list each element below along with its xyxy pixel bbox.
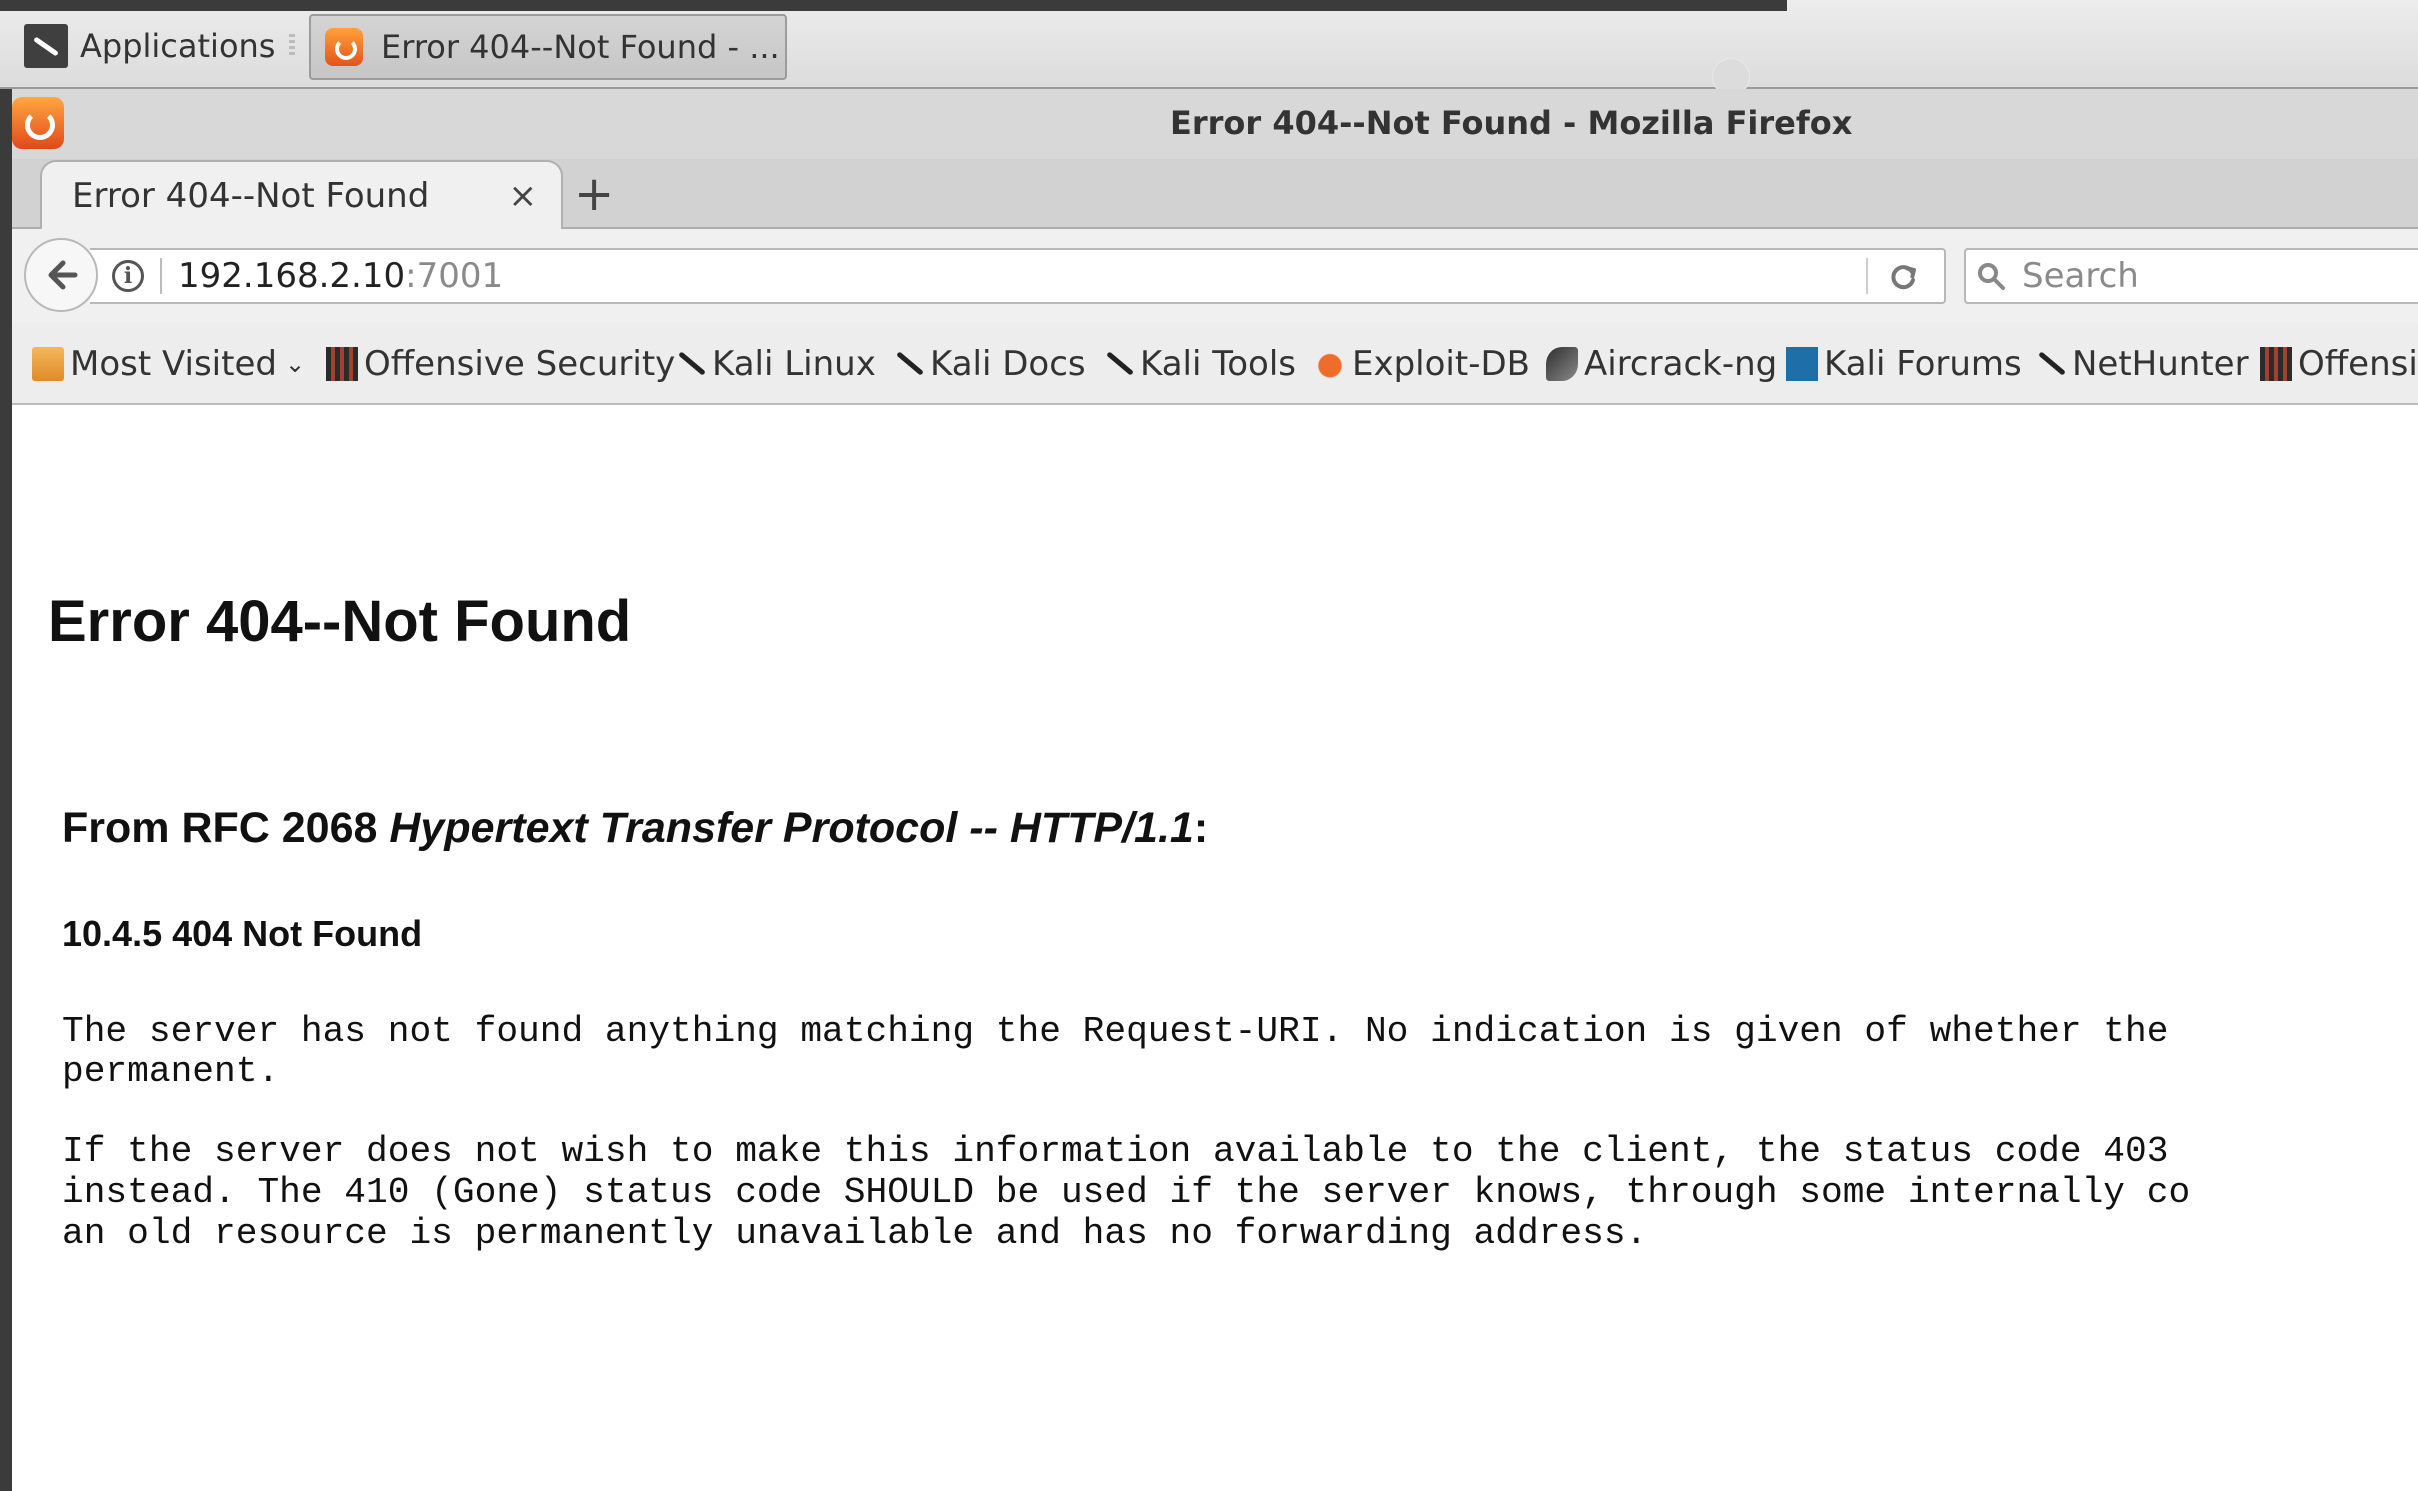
bookmark-label: Offensive Security bbox=[364, 344, 676, 384]
bookmark-label: Kali Forums bbox=[1824, 344, 2022, 384]
paragraph-line: If the server does not wish to make this… bbox=[62, 1131, 2169, 1172]
bookmark-kali-docs[interactable]: Kali Docs bbox=[892, 341, 1086, 387]
bookmark-label: Offensi bbox=[2298, 344, 2418, 384]
bookmark-label: Most Visited bbox=[70, 344, 277, 384]
bookmark-label: Kali Linux bbox=[712, 344, 876, 384]
kali-logo-icon bbox=[24, 24, 68, 68]
kali-forums-icon bbox=[1786, 347, 1818, 381]
close-tab-icon[interactable]: × bbox=[509, 176, 538, 216]
rfc-source-heading: From RFC 2068 Hypertext Transfer Protoco… bbox=[62, 804, 1208, 853]
bookmark-label: Kali Docs bbox=[930, 344, 1086, 384]
kali-dragon-icon bbox=[1102, 347, 1134, 381]
offsec-icon bbox=[2260, 347, 2292, 381]
paragraph-line: permanent. bbox=[62, 1051, 280, 1092]
page-heading: Error 404--Not Found bbox=[48, 589, 632, 654]
url-text[interactable]: 192.168.2.10:7001 bbox=[178, 256, 503, 296]
back-arrow-icon bbox=[48, 260, 78, 290]
taskbar-window-button[interactable]: Error 404--Not Found - ... bbox=[309, 14, 787, 80]
firefox-icon bbox=[325, 28, 363, 66]
panel-top-strip bbox=[0, 0, 1787, 11]
applications-label: Applications bbox=[80, 27, 276, 65]
reload-icon[interactable] bbox=[1886, 260, 1920, 294]
aircrack-icon bbox=[1546, 347, 1578, 381]
window-title: Error 404--Not Found - Mozilla Firefox bbox=[1170, 104, 1853, 142]
firefox-window-icon[interactable] bbox=[12, 97, 64, 149]
paragraph-line: The server has not found anything matchi… bbox=[62, 1011, 2169, 1052]
panel-separator bbox=[289, 34, 295, 58]
bookmark-most-visited[interactable]: Most Visited ⌄ bbox=[32, 341, 305, 387]
bookmark-offensive-security[interactable]: Offensive Security bbox=[326, 341, 675, 387]
url-separator bbox=[160, 258, 162, 294]
bookmark-exploit-db[interactable]: Exploit-DB bbox=[1314, 341, 1530, 387]
bookmark-kali-tools[interactable]: Kali Tools bbox=[1102, 341, 1296, 387]
exploit-db-icon bbox=[1314, 347, 1346, 381]
kali-dragon-icon bbox=[674, 347, 706, 381]
bookmark-label: Kali Tools bbox=[1140, 344, 1296, 384]
bookmark-kali-linux[interactable]: Kali Linux bbox=[674, 341, 876, 387]
new-tab-button[interactable]: + bbox=[574, 166, 614, 222]
url-host: 192.168.2.10 bbox=[178, 256, 406, 296]
bookmark-nethunter[interactable]: NetHunter bbox=[2034, 341, 2249, 387]
rfc-prefix: From RFC 2068 bbox=[62, 804, 390, 852]
search-icon bbox=[1978, 263, 2005, 290]
rfc-suffix: : bbox=[1193, 804, 1209, 852]
paragraph-line: an old resource is permanently unavailab… bbox=[62, 1213, 1648, 1254]
paragraph-line: instead. The 410 (Gone) status code SHOU… bbox=[62, 1172, 2191, 1213]
back-button[interactable] bbox=[24, 238, 98, 312]
reload-separator bbox=[1866, 258, 1868, 294]
url-port: :7001 bbox=[405, 256, 504, 296]
tab-error-404[interactable]: Error 404--Not Found × bbox=[40, 160, 563, 230]
search-placeholder: Search bbox=[2022, 256, 2139, 296]
bookmark-aircrack-ng[interactable]: Aircrack-ng bbox=[1546, 341, 1777, 387]
bookmark-offensive-security-2[interactable]: Offensi bbox=[2260, 341, 2418, 387]
kali-dragon-icon bbox=[892, 347, 924, 381]
section-title: 10.4.5 404 Not Found bbox=[62, 913, 423, 954]
window-left-border bbox=[0, 89, 12, 1491]
taskbar-window-title: Error 404--Not Found - ... bbox=[381, 28, 780, 66]
offsec-icon bbox=[326, 347, 358, 381]
kali-dragon-icon bbox=[2034, 347, 2066, 381]
bookmark-label: Exploit-DB bbox=[1352, 344, 1530, 384]
tab-label: Error 404--Not Found bbox=[72, 176, 430, 216]
rfc-protocol-title: Hypertext Transfer Protocol -- HTTP/1.1 bbox=[389, 804, 1194, 852]
bookmark-label: NetHunter bbox=[2072, 344, 2249, 384]
folder-icon bbox=[32, 347, 64, 381]
applications-menu[interactable]: Applications bbox=[24, 22, 275, 70]
bookmark-kali-forums[interactable]: Kali Forums bbox=[1786, 341, 2022, 387]
site-info-icon[interactable]: i bbox=[112, 260, 144, 292]
bookmark-label: Aircrack-ng bbox=[1584, 344, 1778, 384]
chevron-down-icon: ⌄ bbox=[284, 350, 306, 378]
